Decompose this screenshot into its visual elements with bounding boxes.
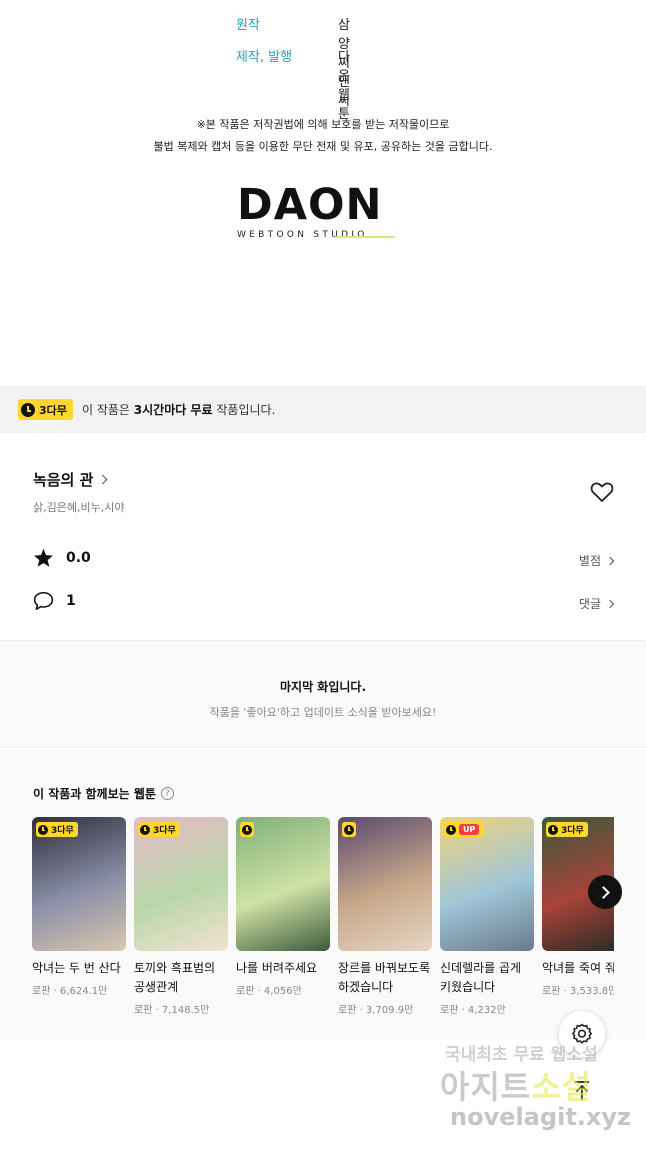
recommendations-title-row: 이 작품과 함께보는 웹툰 ? xyxy=(33,785,174,802)
work-title-link[interactable]: 녹음의 관 xyxy=(33,469,108,490)
comments-count: 1 xyxy=(66,593,76,609)
card-meta: 로판 · 3,533.8만 xyxy=(542,986,614,997)
card-cover-art xyxy=(134,817,228,951)
card-cover-art xyxy=(440,817,534,951)
card-meta: 로판 · 4,232만 xyxy=(440,1005,506,1016)
card-cover-art xyxy=(32,817,126,951)
card-thumbnail: 3다무 xyxy=(32,817,126,951)
recommendation-card[interactable]: 장르를 바꿔보도록 하겠습니다로판 · 3,709.9만 xyxy=(338,817,432,1016)
card-thumbnail xyxy=(338,817,432,951)
clock-icon xyxy=(21,402,35,417)
rating-stat: 0.0 xyxy=(33,548,91,568)
copyright-line-1: ※본 작품은 저작권법에 의해 보호를 받는 저작물이므로 xyxy=(196,118,450,131)
rating-value: 0.0 xyxy=(66,550,91,566)
card-badge-label: 3다무 xyxy=(51,826,74,836)
credit-key-original: 원작 xyxy=(236,18,260,33)
chevron-right-icon xyxy=(97,474,108,485)
comment-icon xyxy=(33,591,54,611)
card-meta: 로판 · 3,709.9만 xyxy=(338,1005,414,1016)
watermark-line-3: novelagit.xyz xyxy=(450,1103,632,1131)
comments-stat: 1 xyxy=(33,591,76,611)
card-badge: UP xyxy=(444,822,484,837)
free-banner: 3다무 이 작품은 3시간마다 무료 작품입니다. xyxy=(0,386,646,433)
recommendation-carousel: 3다무 악녀는 두 번 산다 로판 · 6,624.1만 3다무 토끼와 흑표범의 공생… xyxy=(32,817,614,1017)
logo-wordmark: DAON xyxy=(237,180,383,230)
card-title: 토끼와 흑표범의 공생관계 xyxy=(134,961,216,994)
free-badge-label: 3다무 xyxy=(39,403,67,417)
credit-key-publisher: 제작, 발행 xyxy=(236,50,293,65)
chevron-right-icon xyxy=(605,599,615,608)
chevron-right-icon xyxy=(605,556,615,565)
clock-icon xyxy=(548,824,558,835)
free-banner-text-bold: 3시간마다 무료 xyxy=(133,403,213,417)
recommendation-card[interactable]: 나를 버려주세요로판 · 4,056만 xyxy=(236,817,330,997)
card-title: 나를 버려주세요 xyxy=(236,961,318,975)
recommendation-card[interactable]: UP 신데렐라를 곱게 키웠습니다로판 · 4,232만 xyxy=(440,817,534,1016)
logo-subtitle: WEBTOON STUDIO xyxy=(237,230,368,240)
card-thumbnail: UP xyxy=(440,817,534,951)
clock-icon xyxy=(344,824,354,835)
rating-link-label: 별점 xyxy=(578,554,601,568)
rating-link[interactable]: 별점 xyxy=(578,552,615,569)
card-meta: 로판 · 6,624.1만 xyxy=(32,986,108,997)
last-episode-subtitle: 작품을 '좋아요'하고 업데이트 소식을 받아보세요! xyxy=(209,706,437,719)
last-episode-title: 마지막 화입니다. xyxy=(279,680,367,694)
up-badge: UP xyxy=(459,824,480,835)
comments-link-label: 댓글 xyxy=(578,597,601,611)
recommendations-section: 이 작품과 함께보는 웹툰 ? 3다무악녀는 두 번 산다로판 · 6,624.… xyxy=(0,750,646,1040)
card-badge: 3다무 xyxy=(546,822,588,837)
credit-value-publisher: 다온웹툰 xyxy=(338,50,350,122)
help-icon[interactable]: ? xyxy=(160,787,174,800)
free-banner-text-post: 작품입니다. xyxy=(212,403,276,417)
recommendations-title: 이 작품과 함께보는 웹툰 xyxy=(33,787,156,801)
gear-icon xyxy=(572,1023,592,1044)
card-cover-art xyxy=(338,817,432,951)
card-cover-art xyxy=(236,817,330,951)
last-episode-notice: 마지막 화입니다. 작품을 '좋아요'하고 업데이트 소식을 받아보세요! xyxy=(0,640,646,748)
work-info: 녹음의 관 삵,김은혜,비누,시야 0.0 별점 1 댓글 xyxy=(0,433,646,638)
clock-icon xyxy=(242,824,252,835)
copyright-line-2: 불법 복제와 캡처 등을 이용한 무단 전재 및 유포, 공유하는 것을 금합니… xyxy=(153,140,493,153)
arrow-up-icon xyxy=(575,1081,589,1100)
card-thumbnail xyxy=(236,817,330,951)
watermark-line-2a: 아지트 xyxy=(440,1068,532,1106)
site-watermark: 국내최초 무료 웹소설 아지트소설 novelagit.xyz xyxy=(440,1040,640,1140)
card-badge: 3다무 xyxy=(36,822,78,837)
card-title: 악녀를 죽여 줘 xyxy=(542,961,614,975)
carousel-next-button[interactable] xyxy=(588,875,622,909)
clock-icon xyxy=(140,824,150,835)
recommendation-card[interactable]: 3다무토끼와 흑표범의 공생관계로판 · 7,148.5만 xyxy=(134,817,228,1016)
comments-link[interactable]: 댓글 xyxy=(578,595,615,612)
card-title: 장르를 바꿔보도록 하겠습니다 xyxy=(338,961,431,994)
logo-accent-line xyxy=(335,236,395,238)
free-badge: 3다무 xyxy=(18,399,73,420)
card-thumbnail: 3다무 xyxy=(134,817,228,951)
recommendation-card[interactable]: 3다무악녀는 두 번 산다로판 · 6,624.1만 xyxy=(32,817,126,997)
work-authors: 삵,김은혜,비누,시야 xyxy=(33,501,125,514)
card-meta: 로판 · 4,056만 xyxy=(236,986,302,997)
scroll-top-button[interactable] xyxy=(559,1068,605,1114)
clock-icon xyxy=(38,824,48,835)
free-banner-text-pre: 이 작품은 xyxy=(82,403,134,417)
star-icon xyxy=(34,548,53,567)
card-title: 악녀는 두 번 산다 xyxy=(32,961,121,975)
like-button[interactable] xyxy=(590,481,614,503)
card-meta: 로판 · 7,148.5만 xyxy=(134,1005,210,1016)
card-title: 신데렐라를 곱게 키웠습니다 xyxy=(440,961,522,994)
clock-icon xyxy=(446,824,456,835)
copyright-notice: ※본 작품은 저작권법에 의해 보호를 받는 저작물이므로 불법 복제와 캡처 … xyxy=(0,114,646,158)
card-badge: 3다무 xyxy=(138,822,180,837)
card-badge xyxy=(240,822,254,837)
card-badge-label: 3다무 xyxy=(153,826,176,836)
work-title: 녹음의 관 xyxy=(33,471,94,489)
next-arrow-icon xyxy=(596,885,610,899)
free-banner-text: 이 작품은 3시간마다 무료 작품입니다. xyxy=(82,401,275,418)
settings-button[interactable] xyxy=(559,1011,605,1057)
card-badge xyxy=(342,822,356,837)
heart-icon xyxy=(590,482,614,502)
card-badge-label: 3다무 xyxy=(561,826,584,836)
